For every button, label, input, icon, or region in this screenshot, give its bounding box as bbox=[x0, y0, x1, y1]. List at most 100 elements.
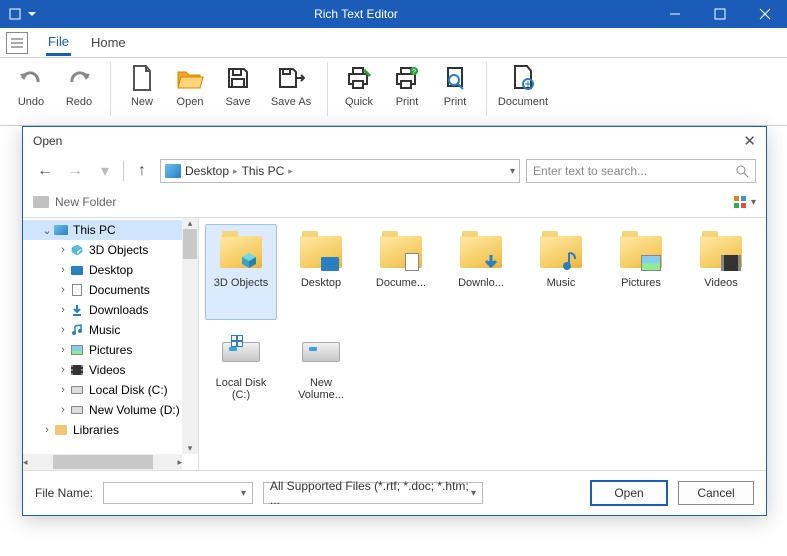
tree-node[interactable]: › Local Disk (C:) bbox=[23, 380, 198, 400]
chevron-right-icon: ▸ bbox=[233, 166, 238, 177]
dialog-close-button[interactable]: ✕ bbox=[743, 132, 756, 150]
tree-node[interactable]: ›Downloads bbox=[23, 300, 198, 320]
qat-icon bbox=[8, 7, 22, 21]
ribbon-separator bbox=[327, 62, 328, 116]
tree-node[interactable]: ›Documents bbox=[23, 280, 198, 300]
open-action-button[interactable]: Open bbox=[590, 480, 668, 506]
file-item[interactable]: Local Disk (C:) bbox=[205, 324, 277, 420]
open-button-label: Open bbox=[614, 486, 643, 500]
ribbon-toolbar: Undo Redo New Open Save Save As Quick ? … bbox=[0, 58, 787, 126]
redo-button[interactable]: Redo bbox=[56, 62, 102, 108]
undo-label: Undo bbox=[18, 96, 44, 108]
filetype-combo[interactable]: All Supported Files (*.rtf; *.doc; *.htm… bbox=[263, 482, 483, 504]
file-item[interactable]: Pictures bbox=[605, 224, 677, 320]
print-preview-button[interactable]: Print bbox=[432, 62, 478, 108]
quick-print-button[interactable]: Quick bbox=[336, 62, 382, 108]
breadcrumb-dropdown-icon[interactable]: ▾ bbox=[510, 166, 515, 177]
expand-icon[interactable]: › bbox=[57, 244, 69, 256]
filename-combo[interactable]: ▾ bbox=[103, 482, 253, 504]
ribbon-separator bbox=[110, 62, 111, 116]
expand-icon[interactable]: › bbox=[57, 284, 69, 296]
view-mode-button[interactable]: ▾ bbox=[733, 195, 756, 209]
folder-music-icon bbox=[537, 231, 585, 273]
back-button[interactable]: ← bbox=[33, 159, 57, 183]
dialog-title: Open bbox=[33, 134, 62, 148]
file-item[interactable]: Docume... bbox=[365, 224, 437, 320]
qat-dropdown-icon[interactable] bbox=[28, 12, 36, 16]
up-button[interactable]: ↑ bbox=[130, 159, 154, 183]
expand-icon[interactable]: › bbox=[57, 264, 69, 276]
file-item[interactable]: Downlo... bbox=[445, 224, 517, 320]
tree-horizontal-scrollbar[interactable]: ◂▸ bbox=[23, 454, 182, 470]
print-preview-label: Print bbox=[444, 96, 467, 108]
minimize-button[interactable] bbox=[652, 0, 697, 28]
ribbon-menu-icon[interactable] bbox=[6, 32, 28, 54]
expand-icon[interactable]: › bbox=[57, 404, 69, 416]
collapse-icon[interactable]: ⌄ bbox=[41, 224, 53, 237]
file-item[interactable]: New Volume... bbox=[285, 324, 357, 420]
expand-icon[interactable]: › bbox=[57, 384, 69, 396]
expand-icon[interactable]: › bbox=[57, 344, 69, 356]
nav-separator bbox=[123, 161, 124, 181]
maximize-button[interactable] bbox=[697, 0, 742, 28]
file-item[interactable]: Videos bbox=[685, 224, 757, 320]
recent-dropdown[interactable]: ▾ bbox=[93, 159, 117, 183]
grid-view-icon bbox=[733, 195, 747, 209]
quick-access-toolbar[interactable] bbox=[0, 7, 60, 21]
undo-icon bbox=[15, 62, 47, 94]
tree-vertical-scrollbar[interactable]: ▴▾ bbox=[182, 218, 198, 454]
pc-icon bbox=[165, 164, 181, 178]
close-button[interactable] bbox=[742, 0, 787, 28]
expand-icon[interactable]: › bbox=[57, 324, 69, 336]
tree-node[interactable]: ›Videos bbox=[23, 360, 198, 380]
print-button[interactable]: ? Print bbox=[384, 62, 430, 108]
saveas-button[interactable]: Save As bbox=[263, 62, 319, 108]
folder-3d-icon bbox=[217, 231, 265, 273]
tree-node[interactable]: ›Desktop bbox=[23, 260, 198, 280]
file-label: 3D Objects bbox=[214, 277, 268, 289]
tree-node-libraries[interactable]: ›Libraries bbox=[23, 420, 198, 440]
new-label: New bbox=[131, 96, 153, 108]
undo-button[interactable]: Undo bbox=[8, 62, 54, 108]
disk-d-icon bbox=[297, 331, 345, 373]
ribbon-tabs: File Home bbox=[0, 28, 787, 58]
expand-icon[interactable]: › bbox=[57, 364, 69, 376]
file-list[interactable]: 3D Objects Desktop Docume... Downlo... M… bbox=[199, 218, 766, 470]
tree-label: Local Disk (C:) bbox=[89, 383, 168, 397]
breadcrumb-current[interactable]: This PC bbox=[242, 164, 285, 178]
new-button[interactable]: New bbox=[119, 62, 165, 108]
cancel-button[interactable]: Cancel bbox=[678, 481, 754, 505]
tab-file[interactable]: File bbox=[46, 30, 71, 56]
quick-label: Quick bbox=[345, 96, 373, 108]
file-item[interactable]: Desktop bbox=[285, 224, 357, 320]
tree-node[interactable]: ›Music bbox=[23, 320, 198, 340]
new-folder-button[interactable]: New Folder bbox=[33, 195, 116, 209]
expand-icon[interactable]: › bbox=[57, 304, 69, 316]
pictures-icon bbox=[69, 343, 85, 357]
open-label: Open bbox=[177, 96, 204, 108]
forward-button[interactable]: → bbox=[63, 159, 87, 183]
redo-label: Redo bbox=[66, 96, 92, 108]
tree-node[interactable]: ›3D Objects bbox=[23, 240, 198, 260]
tab-home[interactable]: Home bbox=[89, 31, 128, 54]
expand-icon[interactable]: › bbox=[41, 424, 53, 436]
save-label: Save bbox=[225, 96, 250, 108]
videos-icon bbox=[69, 363, 85, 377]
folder-desktop-icon bbox=[297, 231, 345, 273]
dialog-body: ⌄ This PC ›3D Objects ›Desktop ›Document… bbox=[23, 217, 766, 471]
pc-icon bbox=[53, 223, 69, 237]
save-button[interactable]: Save bbox=[215, 62, 261, 108]
search-input[interactable]: Enter text to search... bbox=[526, 159, 756, 183]
file-item[interactable]: Music bbox=[525, 224, 597, 320]
tree-node-thispc[interactable]: ⌄ This PC bbox=[23, 220, 198, 240]
tree-node[interactable]: ›New Volume (D:) bbox=[23, 400, 198, 420]
document-button[interactable]: Document bbox=[495, 62, 551, 108]
folder-tree[interactable]: ⌄ This PC ›3D Objects ›Desktop ›Document… bbox=[23, 218, 199, 470]
breadcrumb-root[interactable]: Desktop bbox=[185, 164, 229, 178]
tree-node[interactable]: ›Pictures bbox=[23, 340, 198, 360]
open-button[interactable]: Open bbox=[167, 62, 213, 108]
file-label: New Volume... bbox=[286, 377, 356, 401]
saveas-label: Save As bbox=[271, 96, 311, 108]
breadcrumb-bar[interactable]: Desktop ▸ This PC ▸ ▾ bbox=[160, 159, 520, 183]
file-item[interactable]: 3D Objects bbox=[205, 224, 277, 320]
